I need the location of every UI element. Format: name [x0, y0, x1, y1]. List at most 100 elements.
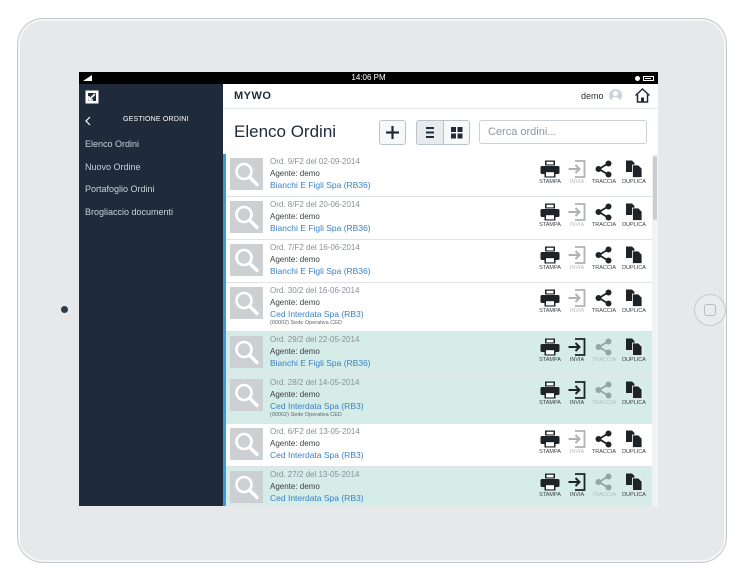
- track-label: TRACCIA: [591, 179, 617, 185]
- track-button[interactable]: TRACCIA: [591, 160, 617, 190]
- send-icon: [568, 289, 586, 307]
- app-logo-icon[interactable]: [85, 90, 99, 104]
- order-client-link[interactable]: Bianchi E Figli Spa (RB36): [270, 223, 371, 233]
- order-preview-thumbnail[interactable]: [230, 379, 263, 411]
- duplicate-label: DUPLICA: [622, 449, 646, 455]
- grid-icon: [451, 127, 463, 139]
- order-title: Ord. 27/2 del 13-05-2014: [270, 470, 360, 479]
- print-button[interactable]: STAMPA: [537, 473, 563, 503]
- device-home-button[interactable]: [694, 294, 726, 326]
- print-button[interactable]: STAMPA: [537, 160, 563, 190]
- order-client-link[interactable]: Ced Interdata Spa (RB3): [270, 401, 364, 411]
- add-order-button[interactable]: [379, 120, 406, 145]
- track-label: TRACCIA: [591, 400, 617, 406]
- order-preview-thumbnail[interactable]: [230, 336, 263, 368]
- sidebar-item-portafoglio-ordini[interactable]: Portafoglio Ordini: [85, 184, 155, 194]
- duplicate-icon: [626, 430, 643, 448]
- print-label: STAMPA: [539, 308, 561, 314]
- print-button[interactable]: STAMPA: [537, 338, 563, 368]
- printer-icon: [540, 203, 560, 221]
- track-label: TRACCIA: [591, 357, 617, 363]
- track-button[interactable]: TRACCIA: [591, 246, 617, 276]
- status-time: 14:06 PM: [351, 73, 386, 82]
- battery-icon: [643, 75, 654, 81]
- order-client-link[interactable]: Bianchi E Figli Spa (RB36): [270, 266, 371, 276]
- front-camera: [61, 306, 68, 313]
- duplicate-button[interactable]: DUPLICA: [621, 246, 647, 276]
- order-agent: Agente: demo: [270, 390, 320, 399]
- send-button[interactable]: INVIA: [564, 338, 590, 368]
- order-row[interactable]: Ord. 9/F2 del 02-09-2014 Agente: demo Bi…: [226, 154, 653, 197]
- order-preview-thumbnail[interactable]: [230, 158, 263, 190]
- order-preview-thumbnail[interactable]: [230, 471, 263, 503]
- sidebar-item-brogliaccio-documenti[interactable]: Brogliaccio documenti: [85, 207, 173, 217]
- order-preview-thumbnail[interactable]: [230, 201, 263, 233]
- list-icon: [426, 127, 434, 138]
- send-button[interactable]: INVIA: [564, 473, 590, 503]
- duplicate-button[interactable]: DUPLICA: [621, 473, 647, 503]
- send-button[interactable]: INVIA: [564, 289, 590, 319]
- print-label: STAMPA: [539, 492, 561, 498]
- order-preview-thumbnail[interactable]: [230, 244, 263, 276]
- print-button[interactable]: STAMPA: [537, 289, 563, 319]
- print-button[interactable]: STAMPA: [537, 203, 563, 233]
- send-button[interactable]: INVIA: [564, 160, 590, 190]
- order-row[interactable]: Ord. 28/2 del 14-05-2014 Agente: demo Ce…: [226, 375, 653, 424]
- order-row[interactable]: Ord. 29/2 del 22-05-2014 Agente: demo Bi…: [226, 332, 653, 375]
- duplicate-button[interactable]: DUPLICA: [621, 381, 647, 411]
- track-button[interactable]: TRACCIA: [591, 381, 617, 411]
- track-button[interactable]: TRACCIA: [591, 338, 617, 368]
- scrollbar-thumb[interactable]: [653, 156, 657, 220]
- send-icon: [568, 430, 586, 448]
- duplicate-button[interactable]: DUPLICA: [621, 160, 647, 190]
- track-button[interactable]: TRACCIA: [591, 473, 617, 503]
- sidebar-title: GESTIONE ORDINI: [123, 116, 189, 123]
- duplicate-label: DUPLICA: [622, 400, 646, 406]
- print-button[interactable]: STAMPA: [537, 246, 563, 276]
- sidebar-item-nuovo-ordine[interactable]: Nuovo Ordine: [85, 162, 141, 172]
- track-button[interactable]: TRACCIA: [591, 203, 617, 233]
- order-client-link[interactable]: Bianchi E Figli Spa (RB36): [270, 180, 371, 190]
- sidebar-item-elenco-ordini[interactable]: Elenco Ordini: [85, 139, 139, 149]
- send-button[interactable]: INVIA: [564, 246, 590, 276]
- order-preview-thumbnail[interactable]: [230, 287, 263, 319]
- order-actions: STAMPA INVIA TRACCIA DUPLICA: [537, 289, 652, 319]
- order-client-link[interactable]: Ced Interdata Spa (RB3): [270, 450, 364, 460]
- print-button[interactable]: STAMPA: [537, 430, 563, 460]
- track-label: TRACCIA: [591, 308, 617, 314]
- print-button[interactable]: STAMPA: [537, 381, 563, 411]
- avatar[interactable]: [609, 89, 622, 102]
- send-button[interactable]: INVIA: [564, 203, 590, 233]
- order-list: Ord. 9/F2 del 02-09-2014 Agente: demo Bi…: [223, 154, 653, 506]
- send-label: INVIA: [569, 308, 585, 314]
- order-row[interactable]: Ord. 27/2 del 13-05-2014 Agente: demo Ce…: [226, 467, 653, 506]
- home-icon[interactable]: [634, 87, 651, 104]
- send-label: INVIA: [569, 449, 585, 455]
- order-client-link[interactable]: Ced Interdata Spa (RB3): [270, 493, 364, 503]
- grid-view-button[interactable]: [443, 120, 470, 145]
- share-icon: [595, 203, 612, 221]
- duplicate-icon: [626, 381, 643, 399]
- user-name[interactable]: demo: [581, 91, 604, 101]
- duplicate-button[interactable]: DUPLICA: [621, 338, 647, 368]
- order-client-link[interactable]: Bianchi E Figli Spa (RB36): [270, 358, 371, 368]
- order-site: (00002) Sede Operativa CED: [270, 412, 342, 418]
- send-button[interactable]: INVIA: [564, 381, 590, 411]
- track-button[interactable]: TRACCIA: [591, 430, 617, 460]
- list-view-button[interactable]: [416, 120, 443, 145]
- back-icon[interactable]: [83, 115, 93, 127]
- duplicate-button[interactable]: DUPLICA: [621, 430, 647, 460]
- duplicate-button[interactable]: DUPLICA: [621, 203, 647, 233]
- duplicate-button[interactable]: DUPLICA: [621, 289, 647, 319]
- printer-icon: [540, 473, 560, 491]
- order-row[interactable]: Ord. 7/F2 del 16-06-2014 Agente: demo Bi…: [226, 240, 653, 283]
- order-client-link[interactable]: Ced Interdata Spa (RB3): [270, 309, 364, 319]
- search-input[interactable]: [479, 120, 647, 144]
- track-button[interactable]: TRACCIA: [591, 289, 617, 319]
- order-preview-thumbnail[interactable]: [230, 428, 263, 460]
- send-button[interactable]: INVIA: [564, 430, 590, 460]
- magnifier-icon: [235, 162, 259, 187]
- order-row[interactable]: Ord. 30/2 del 16-06-2014 Agente: demo Ce…: [226, 283, 653, 332]
- order-row[interactable]: Ord. 8/F2 del 20-06-2014 Agente: demo Bi…: [226, 197, 653, 240]
- order-row[interactable]: Ord. 6/F2 del 13-05-2014 Agente: demo Ce…: [226, 424, 653, 467]
